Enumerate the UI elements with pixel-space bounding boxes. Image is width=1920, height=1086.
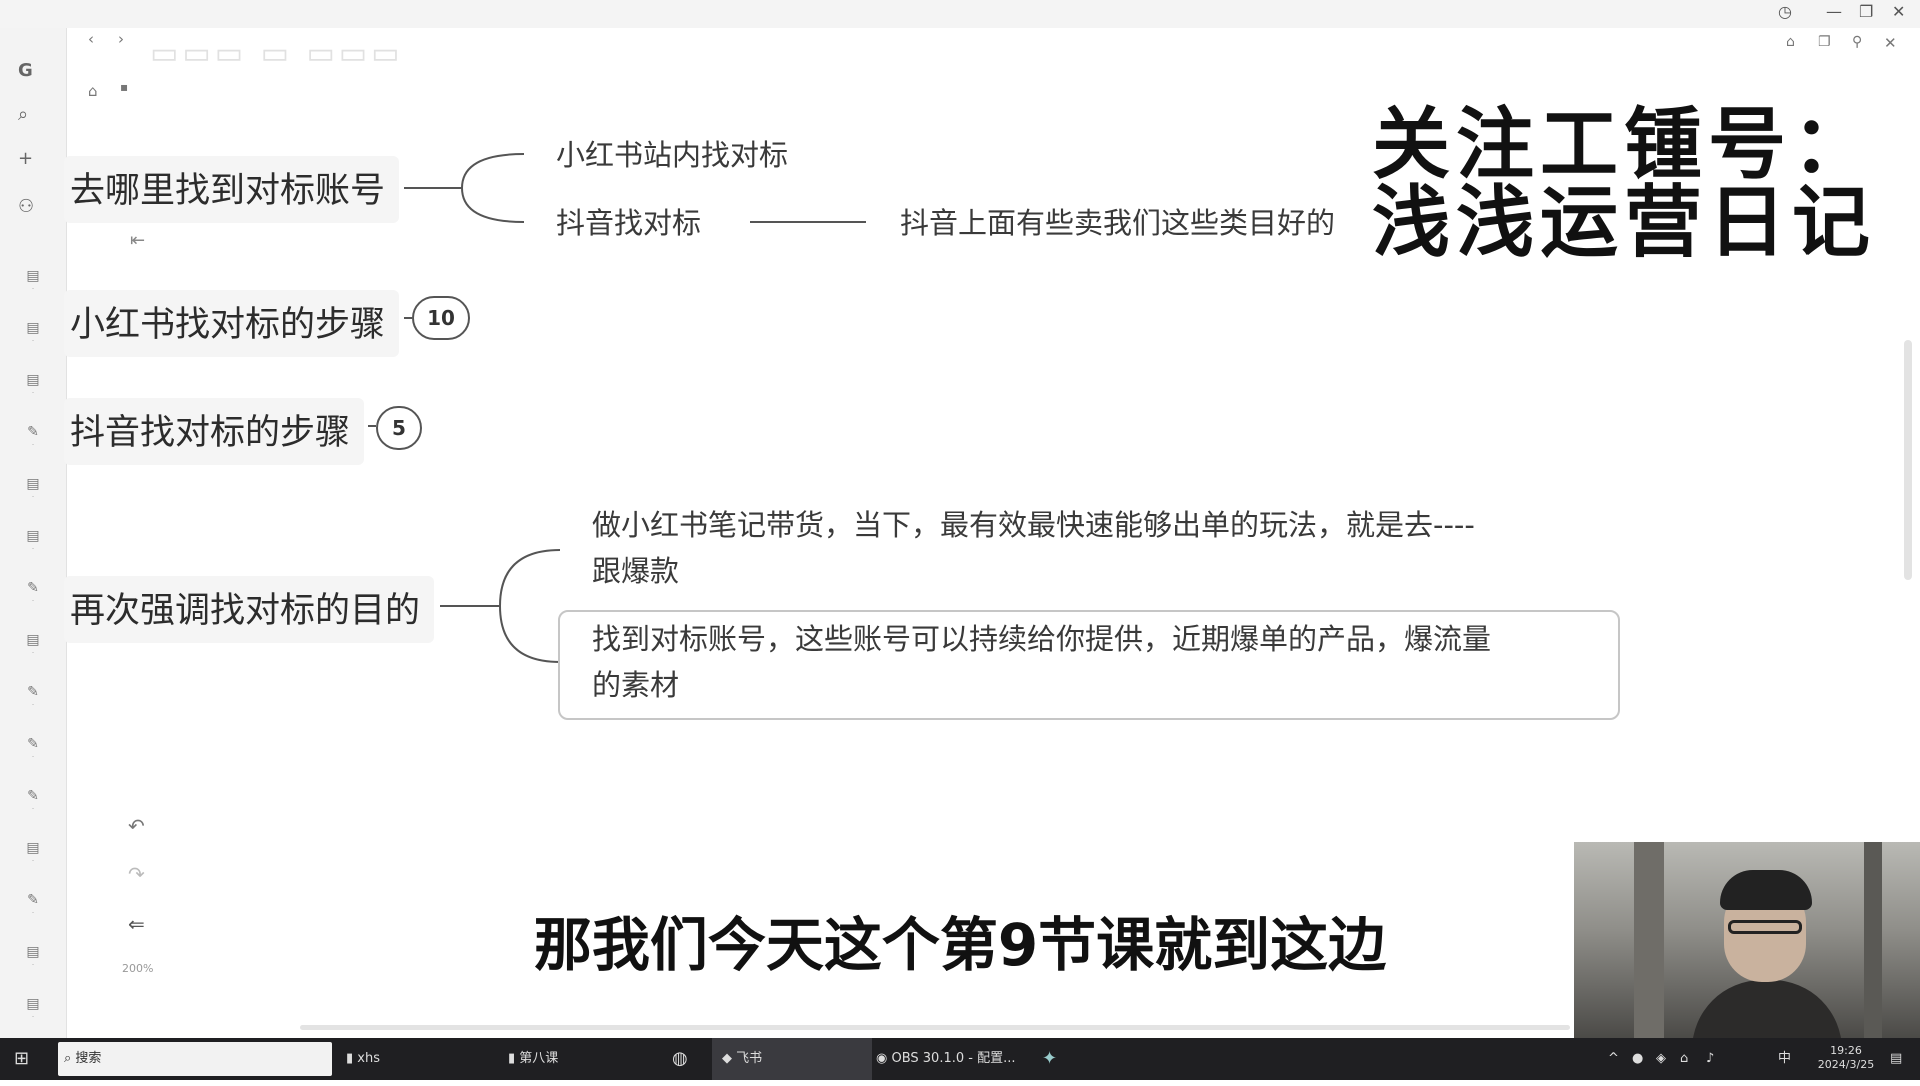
taskbar-app-label: xhs [357,1051,381,1066]
feishu-icon: ◆ [722,1051,732,1066]
presenter-hair [1720,870,1812,910]
taskbar-app-obs[interactable]: ◉ OBS 30.1.0 - 配置... [876,1038,1026,1080]
clock-date: 2024/3/25 [1817,1058,1875,1071]
mindmap-node-xhs-steps[interactable]: 小红书找对标的步骤 [64,290,400,357]
mindmap-leaf-xhs-benchmark[interactable]: 小红书站内找对标 [556,132,788,174]
mindmap-leaf-benchmark-purpose[interactable]: 找到对标账号，这些账号可以持续给你提供，近期爆单的产品，爆流量 的素材 [592,616,1491,708]
taskbar-app-feishu[interactable]: ◆ 飞书 [712,1038,872,1080]
mindmap-leaf-douyin-benchmark[interactable]: 抖音找对标 [556,200,701,242]
collapsed-count-badge[interactable]: 5 [376,406,422,450]
leaf-line: 的素材 [592,668,680,702]
leaf-line: 做小红书笔记带货，当下，最有效最快速能够出单的玩法，就是去---- [592,508,1475,542]
taskbar: ⊞ ⌕ 搜索 ▮ xhs ▮ 第八课 ◍ ◆ 飞书 ◉ OBS 30.1.0 -… [0,1038,1920,1080]
taskbar-search-placeholder: 搜索 [75,1051,102,1066]
mic-icon[interactable]: ● [1632,1038,1643,1080]
clock-time: 19:26 [1830,1044,1862,1057]
mindmap-node-purpose[interactable]: 再次强调找对标的目的 [64,576,435,643]
obs-icon: ◉ [876,1051,888,1066]
cam-door-frame [1634,842,1664,1038]
taskbar-app-label: OBS 30.1.0 - 配置... [891,1051,1016,1066]
mindmap-node-find-benchmark[interactable]: 去哪里找到对标账号 [64,156,400,223]
leaf-line: 跟爆款 [592,554,680,588]
watermark-line: 浅浅运营日记 [1372,178,1877,268]
taskbar-app-xhs[interactable]: ▮ xhs [346,1038,496,1080]
presenter-glasses [1728,920,1802,934]
tray-app-icon[interactable]: ◈ [1656,1038,1666,1080]
windows-start-icon[interactable]: ⊞ [14,1038,29,1080]
search-icon: ⌕ [64,1051,72,1066]
webcam-overlay [1574,842,1920,1038]
redo-button[interactable]: ↷ [128,862,145,886]
taskbar-app-label: 第八课 [519,1051,559,1066]
horizontal-scrollbar[interactable] [300,1025,1570,1030]
chrome-icon[interactable]: ◍ [672,1038,688,1080]
volume-icon[interactable]: ♪ [1706,1038,1714,1080]
mindmap-leaf-douyin-detail[interactable]: 抖音上面有些卖我们这些类目好的 [900,200,1335,242]
undo-button[interactable]: ↶ [128,814,145,838]
taskbar-clock[interactable]: 19:26 2024/3/25 [1804,1038,1888,1086]
cam-door-frame [1864,842,1882,1038]
leaf-line: 找到对标账号，这些账号可以持续给你提供，近期爆单的产品，爆流量 [592,622,1492,656]
file-icon: ▮ [346,1051,354,1066]
presenter-body [1692,980,1842,1038]
mindmap-node-douyin-steps[interactable]: 抖音找对标的步骤 [64,398,365,465]
collapsed-count-badge[interactable]: 10 [412,296,470,340]
network-icon[interactable]: ⌂ [1680,1038,1688,1080]
tray-overflow-icon[interactable]: ^ [1608,1038,1619,1080]
bird-app-icon[interactable]: ✦ [1042,1038,1057,1080]
ime-indicator[interactable]: 中 [1778,1038,1791,1080]
taskbar-search[interactable]: ⌕ 搜索 [58,1042,332,1076]
notification-icon[interactable]: ▤ [1890,1038,1902,1080]
vertical-scrollbar[interactable] [1904,340,1912,580]
mindmap-leaf-follow-hits[interactable]: 做小红书笔记带货，当下，最有效最快速能够出单的玩法，就是去---- 跟爆款 [592,502,1475,594]
taskbar-app-lesson8[interactable]: ▮ 第八课 [508,1038,658,1080]
taskbar-app-label: 飞书 [736,1051,763,1066]
file-icon: ▮ [508,1051,516,1066]
